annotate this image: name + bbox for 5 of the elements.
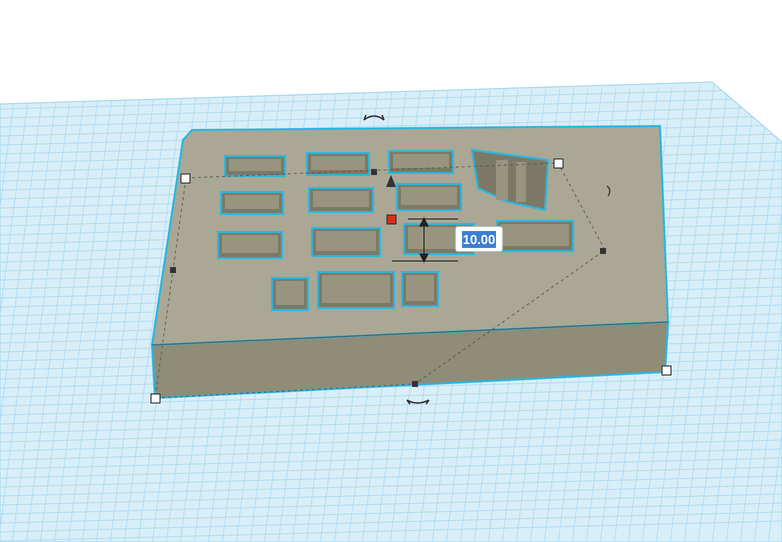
dimension-line-drawing: [392, 216, 458, 264]
rotate-arrow-icon[interactable]: [406, 399, 430, 405]
dimension-field[interactable]: 10.00: [455, 226, 503, 252]
selected-plate-drawing[interactable]: [150, 125, 672, 404]
rotate-arrow-icon[interactable]: [363, 114, 385, 121]
